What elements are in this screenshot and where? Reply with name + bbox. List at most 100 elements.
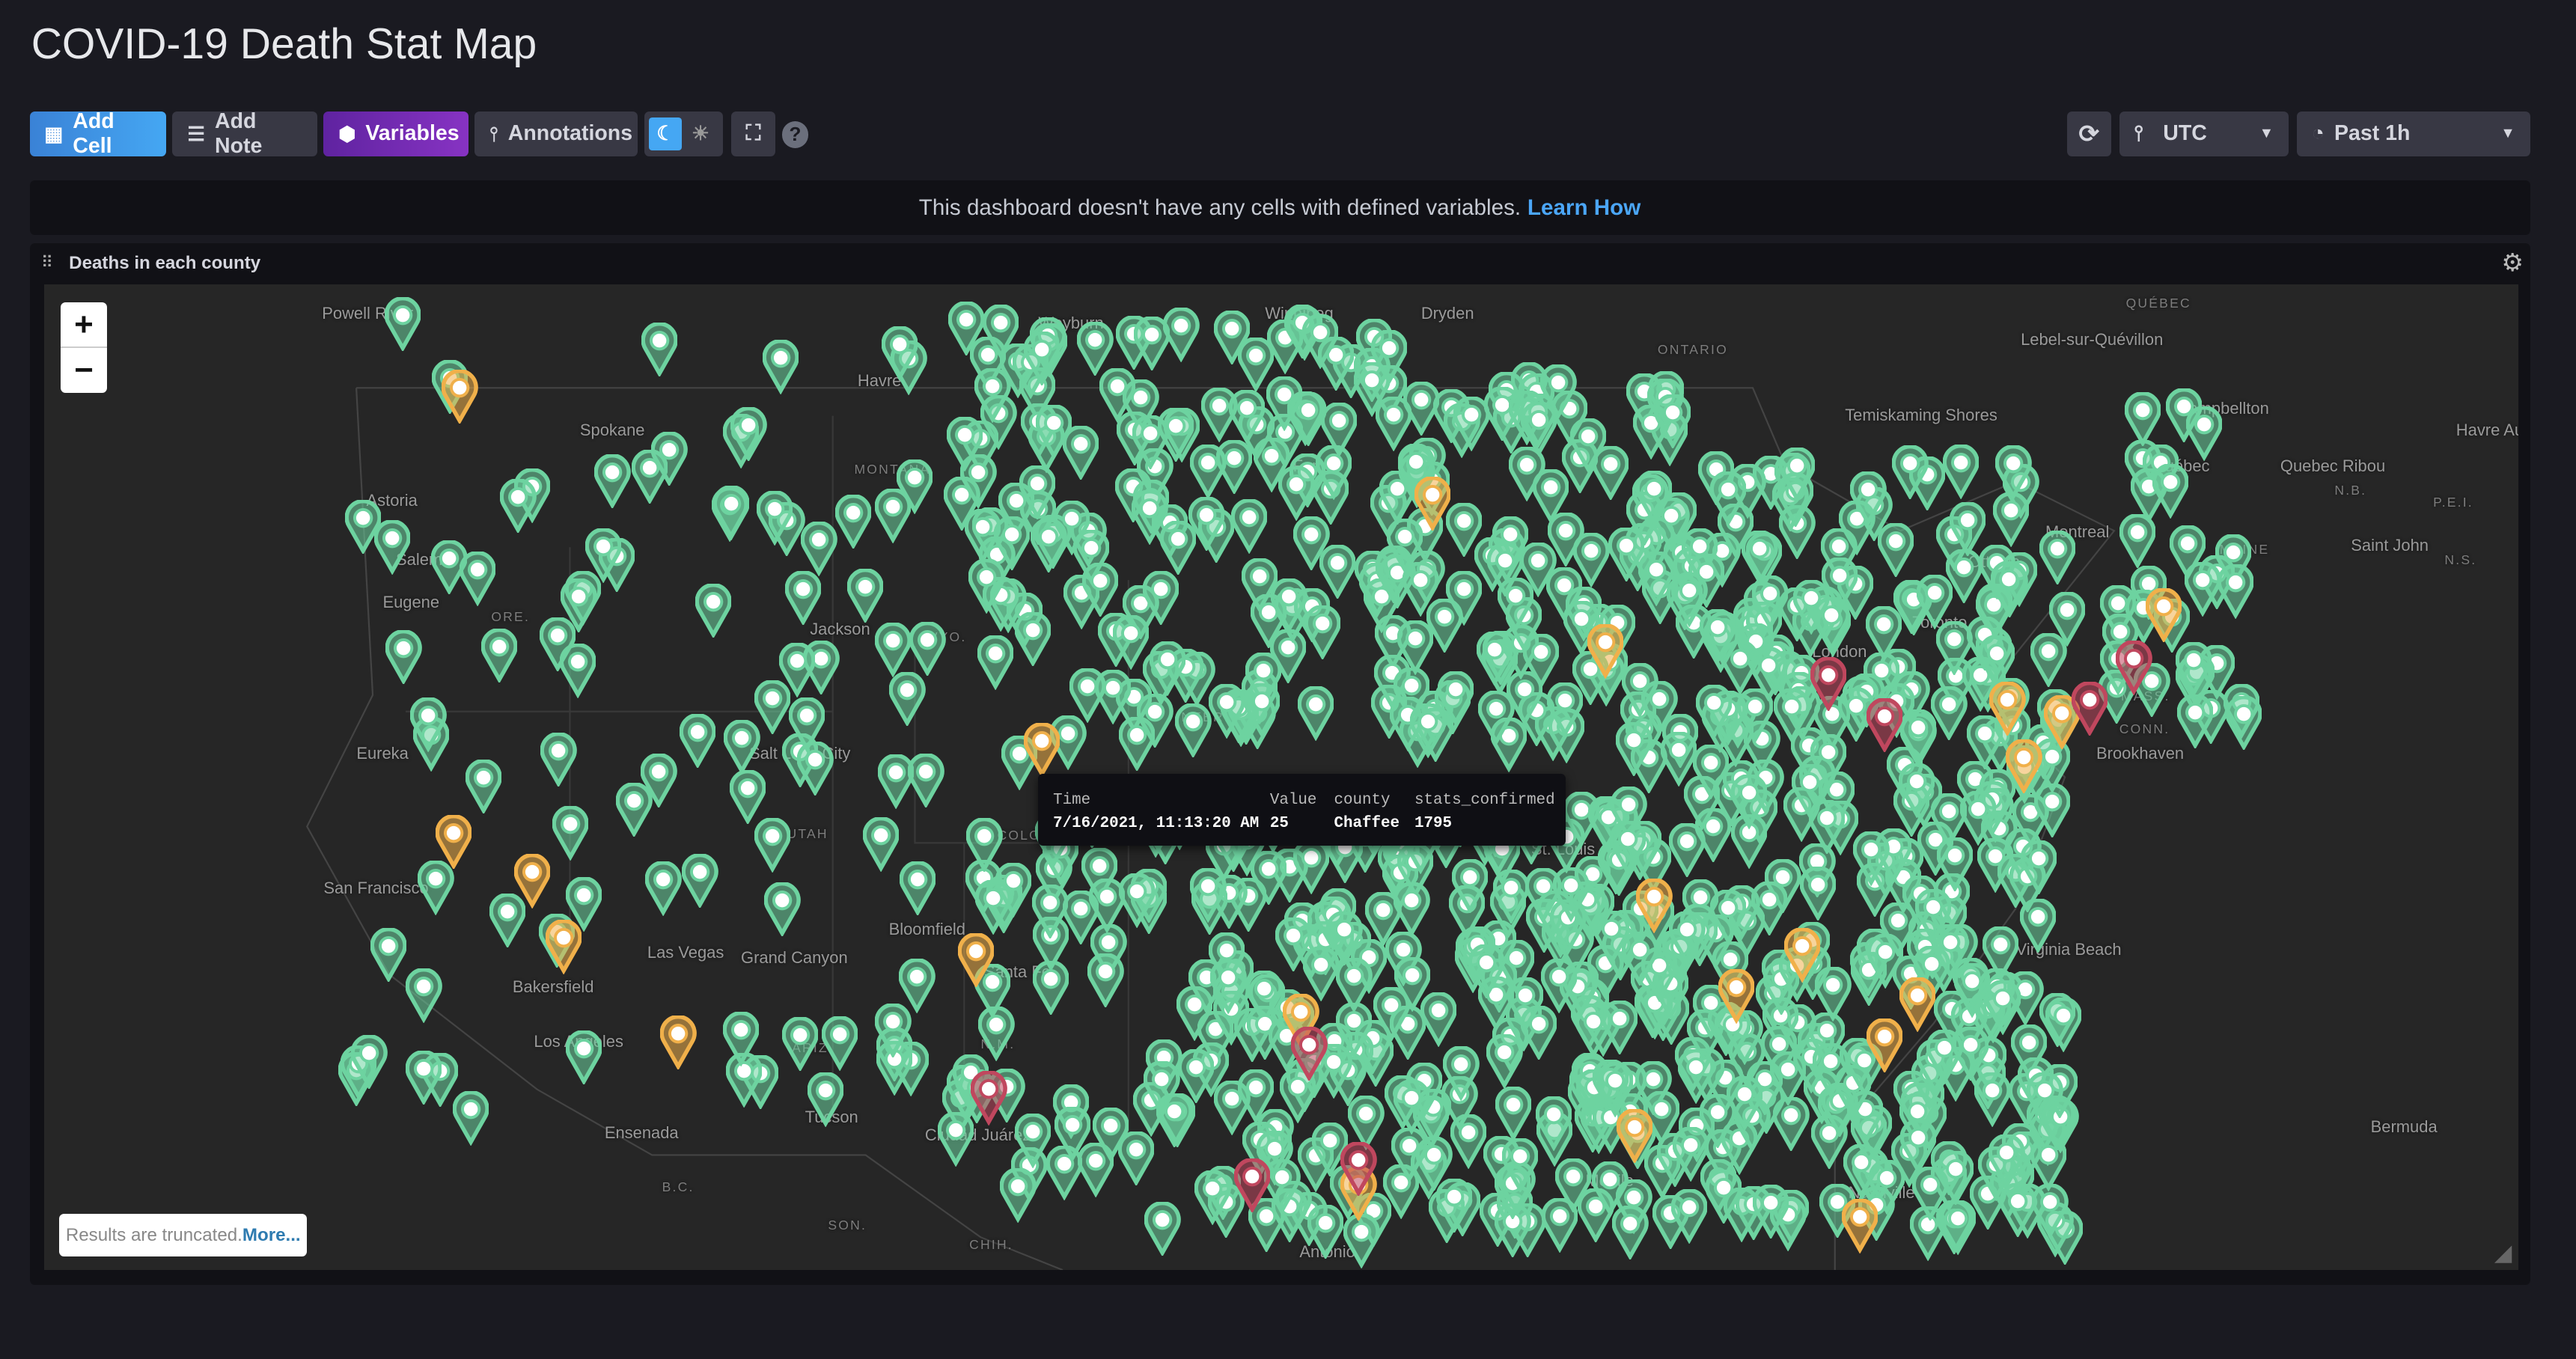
map-marker[interactable] — [679, 712, 716, 769]
map-marker[interactable] — [1638, 551, 1675, 607]
map-marker[interactable] — [2225, 694, 2262, 751]
map-marker[interactable] — [640, 752, 678, 809]
map-marker[interactable] — [1335, 957, 1373, 1013]
map-marker[interactable] — [970, 1070, 1008, 1126]
map-marker[interactable] — [756, 490, 793, 546]
refresh-button[interactable]: ⟳ — [2066, 112, 2111, 156]
map-marker[interactable] — [1194, 1170, 1232, 1226]
map-marker[interactable] — [465, 758, 502, 815]
map-marker[interactable] — [2176, 693, 2214, 750]
map-marker[interactable] — [1778, 446, 1816, 503]
map-marker[interactable] — [1994, 445, 2033, 501]
map-marker[interactable] — [888, 671, 927, 727]
map-marker[interactable] — [1609, 819, 1646, 876]
add-note-button[interactable]: ☰ Add Note — [172, 109, 317, 158]
map-marker[interactable] — [1414, 475, 1451, 532]
map-marker[interactable] — [1149, 641, 1186, 697]
map-marker[interactable] — [1394, 956, 1431, 1013]
map-marker[interactable] — [730, 406, 768, 462]
map-marker[interactable] — [540, 731, 578, 788]
map-marker[interactable] — [1278, 465, 1315, 522]
map-marker[interactable] — [1233, 1157, 1271, 1214]
map-marker[interactable] — [2020, 839, 2057, 896]
map-marker[interactable] — [659, 1014, 698, 1071]
drag-handle-icon[interactable]: ⠿ — [41, 253, 53, 272]
map-marker[interactable] — [1635, 878, 1673, 935]
map-marker[interactable] — [877, 754, 915, 810]
map-marker[interactable] — [1751, 880, 1788, 937]
map-marker[interactable] — [1891, 444, 1929, 501]
map-marker[interactable] — [1076, 320, 1114, 377]
map-marker[interactable] — [1949, 501, 1987, 558]
map-marker[interactable] — [1866, 697, 1903, 754]
map-marker[interactable] — [1792, 579, 1831, 635]
map-marker[interactable] — [452, 1090, 489, 1146]
map-marker[interactable] — [1709, 471, 1747, 527]
map-marker[interactable] — [1304, 604, 1341, 661]
map-marker[interactable] — [1899, 708, 1937, 765]
map-marker[interactable] — [909, 620, 947, 677]
map-marker[interactable] — [350, 1033, 388, 1090]
map-marker[interactable] — [1014, 1113, 1052, 1169]
map-marker[interactable] — [1162, 307, 1200, 363]
map-marker[interactable] — [1243, 682, 1281, 739]
map-marker[interactable] — [2169, 524, 2206, 581]
map-marker[interactable] — [695, 582, 732, 639]
map-marker[interactable] — [1343, 1213, 1381, 1269]
map-marker[interactable] — [1013, 611, 1052, 668]
map-marker[interactable] — [1769, 1050, 1807, 1107]
map-marker[interactable] — [1718, 968, 1755, 1024]
map-marker[interactable] — [1143, 1060, 1181, 1117]
map-marker[interactable] — [1176, 986, 1213, 1042]
map-marker[interactable] — [458, 551, 496, 607]
map-marker[interactable] — [2031, 1183, 2069, 1240]
map-marker[interactable] — [1992, 492, 2030, 548]
map-marker[interactable] — [1615, 721, 1653, 778]
add-cell-button[interactable]: ▦ Add Cell — [29, 109, 166, 158]
map-marker[interactable] — [762, 339, 799, 395]
map-marker[interactable] — [1249, 849, 1287, 906]
map-marker[interactable] — [1453, 396, 1490, 452]
map-marker[interactable] — [1237, 1069, 1275, 1125]
map-marker[interactable] — [723, 718, 761, 775]
map-marker[interactable] — [1635, 469, 1673, 526]
map-marker[interactable] — [1174, 702, 1212, 759]
map-marker[interactable] — [1552, 867, 1590, 923]
map-marker[interactable] — [974, 879, 1012, 935]
map-marker[interactable] — [1730, 774, 1768, 830]
map-marker[interactable] — [1325, 910, 1364, 967]
map-marker[interactable] — [405, 968, 443, 1024]
map-marker[interactable] — [435, 813, 472, 870]
map-marker[interactable] — [1899, 1118, 1937, 1175]
map-marker[interactable] — [2217, 564, 2254, 620]
map-marker[interactable] — [1519, 542, 1557, 598]
map-marker[interactable] — [1188, 495, 1225, 552]
resize-handle-icon[interactable]: ◢ — [2494, 1239, 2512, 1266]
map-marker[interactable] — [1694, 807, 1732, 864]
help-icon[interactable]: ? — [781, 121, 809, 148]
map-marker[interactable] — [2045, 997, 2082, 1054]
map-marker[interactable] — [1843, 1143, 1881, 1200]
map-marker[interactable] — [1215, 439, 1253, 495]
map-marker[interactable] — [1501, 1137, 1539, 1194]
map-marker[interactable] — [1705, 1168, 1742, 1225]
map-marker[interactable] — [1450, 1113, 1487, 1170]
map-marker[interactable] — [1275, 916, 1312, 973]
map-marker[interactable] — [1297, 685, 1334, 742]
map-marker[interactable] — [1112, 614, 1150, 671]
map-marker[interactable] — [1144, 1200, 1182, 1257]
map-marker[interactable] — [977, 635, 1015, 691]
map-marker[interactable] — [880, 325, 918, 382]
map-marker[interactable] — [874, 1002, 912, 1059]
map-marker[interactable] — [1959, 790, 1997, 847]
map-marker[interactable] — [1177, 1048, 1215, 1105]
map-marker[interactable] — [1208, 683, 1246, 739]
map-marker[interactable] — [1209, 959, 1248, 1015]
map-marker[interactable] — [441, 368, 479, 425]
map-marker[interactable] — [480, 627, 518, 684]
map-marker[interactable] — [644, 861, 683, 917]
map-marker[interactable] — [1117, 1130, 1155, 1187]
map-marker[interactable] — [2026, 1072, 2064, 1128]
map-marker[interactable] — [565, 1029, 602, 1086]
timezone-dropdown[interactable]: ⫯ UTC ▼ — [2119, 112, 2289, 156]
